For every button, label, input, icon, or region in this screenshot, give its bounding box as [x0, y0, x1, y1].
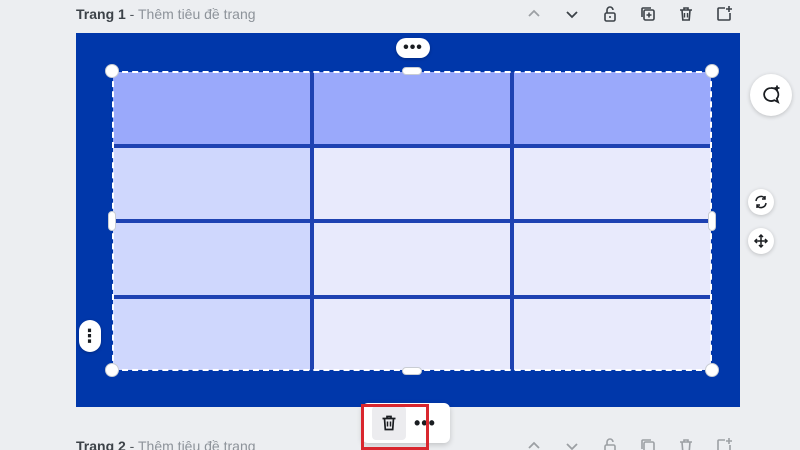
move-page-down-button[interactable]	[558, 0, 586, 28]
resize-handle-top-right[interactable]	[705, 64, 719, 78]
page-title-placeholder[interactable]: Thêm tiêu đề trang	[138, 438, 256, 450]
chevron-down-icon	[566, 443, 578, 450]
rotate-icon	[755, 195, 767, 209]
page-number-label: Trang 2	[76, 438, 126, 450]
delete-page-icon	[680, 7, 692, 21]
lock-icon	[604, 438, 616, 450]
move-button[interactable]	[748, 228, 774, 254]
duplicate-page-icon	[641, 439, 655, 450]
resize-handle-bottom[interactable]	[402, 367, 422, 375]
resize-handle-bottom-right[interactable]	[705, 363, 719, 377]
column-options-button[interactable]: •••	[396, 38, 430, 58]
chevron-down-icon	[566, 11, 578, 19]
more-vertical-icon: ⋮	[80, 325, 100, 346]
page-actions	[520, 432, 738, 450]
delete-page-button[interactable]	[672, 432, 700, 450]
add-page-icon	[717, 438, 732, 450]
page-title-2[interactable]: Trang 2 - Thêm tiêu đề trang	[76, 438, 256, 450]
delete-page-button[interactable]	[672, 0, 700, 28]
lock-page-button[interactable]	[596, 0, 624, 28]
selection-frame	[112, 71, 712, 371]
add-page-button[interactable]	[710, 432, 738, 450]
chevron-up-icon	[528, 9, 540, 17]
page-actions	[520, 0, 738, 28]
more-options-button[interactable]: •••	[414, 413, 436, 434]
resize-handle-top-left[interactable]	[105, 64, 119, 78]
resize-handle-bottom-left[interactable]	[105, 363, 119, 377]
chevron-up-icon	[528, 441, 540, 449]
more-icon: •••	[403, 39, 423, 56]
move-page-up-button[interactable]	[520, 0, 548, 28]
page-number-label: Trang 1	[76, 6, 126, 22]
lock-icon	[604, 6, 616, 22]
rotate-button[interactable]	[748, 189, 774, 215]
resize-handle-top[interactable]	[402, 67, 422, 75]
page-title-placeholder[interactable]: Thêm tiêu đề trang	[138, 6, 256, 22]
trash-icon	[382, 415, 396, 431]
comment-add-icon	[763, 85, 780, 104]
move-page-down-button[interactable]	[558, 432, 586, 450]
lock-page-button[interactable]	[596, 432, 624, 450]
page-header-2: Trang 2 - Thêm tiêu đề trang	[76, 432, 740, 450]
title-separator: -	[125, 6, 138, 22]
delete-page-icon	[680, 439, 692, 450]
duplicate-page-icon	[641, 7, 655, 21]
title-separator: -	[125, 438, 138, 450]
add-page-icon	[717, 6, 732, 21]
resize-handle-right[interactable]	[708, 211, 716, 231]
page-header-1: Trang 1 - Thêm tiêu đề trang	[76, 0, 740, 28]
move-icon	[753, 233, 769, 249]
move-page-up-button[interactable]	[520, 432, 548, 450]
add-comment-button[interactable]	[750, 74, 792, 116]
duplicate-page-button[interactable]	[634, 432, 662, 450]
row-options-button[interactable]: ⋮	[79, 320, 101, 352]
duplicate-page-button[interactable]	[634, 0, 662, 28]
page-title-1[interactable]: Trang 1 - Thêm tiêu đề trang	[76, 6, 256, 22]
add-page-button[interactable]	[710, 0, 738, 28]
resize-handle-left[interactable]	[108, 211, 116, 231]
